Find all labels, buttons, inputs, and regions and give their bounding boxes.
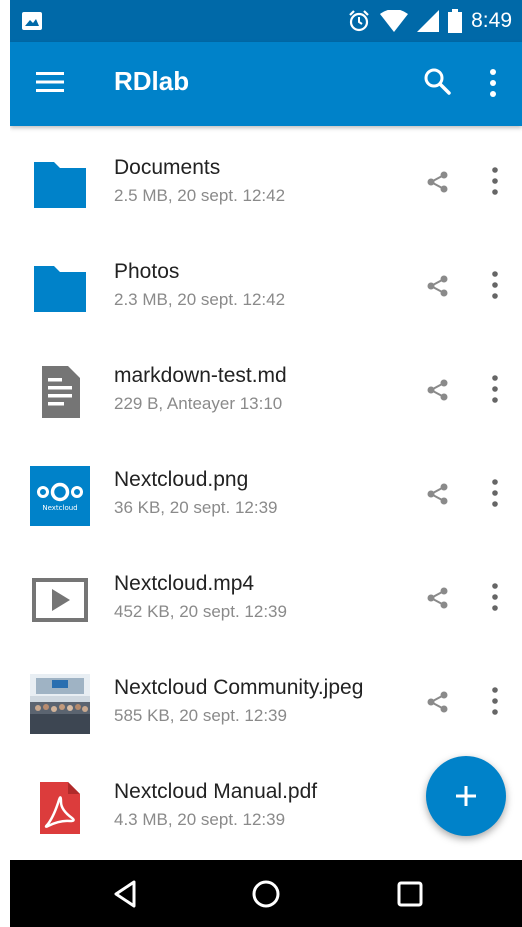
file-name: Nextcloud.png: [114, 468, 249, 491]
file-name: Documents: [114, 156, 221, 179]
file-meta: 36 KB, 20 sept. 12:39: [114, 498, 278, 517]
share-icon[interactable]: [426, 274, 450, 298]
file-name: Nextcloud Community.jpeg: [114, 676, 364, 699]
text-file-icon: [42, 366, 80, 418]
folder-icon: [34, 162, 86, 208]
system-nav-bar: [10, 860, 522, 927]
file-meta: 585 KB, 20 sept. 12:39: [114, 706, 287, 725]
more-options-icon[interactable]: [490, 478, 500, 508]
share-icon[interactable]: [426, 586, 450, 610]
alarm-icon: [349, 10, 369, 32]
more-options-icon[interactable]: [490, 166, 500, 196]
more-options-icon[interactable]: [490, 270, 500, 300]
file-meta: 4.3 MB, 20 sept. 12:39: [114, 810, 286, 829]
wifi-icon: [380, 10, 409, 32]
file-row-nextcloud-mp4[interactable]: Nextcloud.mp4 452 KB, 20 sept. 12:39: [10, 542, 522, 646]
file-meta: 229 B, Anteayer 13:10: [114, 394, 283, 413]
app-title: RDlab: [114, 66, 190, 96]
app-bar: RDlab: [10, 42, 522, 126]
signal-icon: [417, 10, 440, 32]
file-row-documents[interactable]: Documents 2.5 MB, 20 sept. 12:42: [10, 126, 522, 230]
status-time: 8:49: [471, 9, 512, 32]
search-icon[interactable]: [422, 66, 452, 96]
more-options-icon[interactable]: [490, 374, 500, 404]
status-icons: 8:49: [347, 8, 512, 34]
file-meta: 452 KB, 20 sept. 12:39: [114, 602, 287, 621]
share-icon[interactable]: [426, 378, 450, 402]
more-options-icon[interactable]: [490, 582, 500, 612]
recents-icon[interactable]: [394, 878, 426, 910]
pdf-file-icon: [40, 782, 80, 834]
screen: 8:49 RDlab Documents 2.5 MB, 20 sept. 12…: [10, 0, 522, 927]
add-fab-button[interactable]: [426, 756, 506, 836]
file-row-photos[interactable]: Photos 2.3 MB, 20 sept. 12:42: [10, 230, 522, 334]
back-icon[interactable]: [110, 878, 142, 910]
battery-icon: [448, 9, 463, 33]
share-icon[interactable]: [426, 690, 450, 714]
overflow-menu-icon[interactable]: [486, 68, 500, 98]
file-name: Nextcloud Manual.pdf: [114, 780, 318, 803]
file-name: Photos: [114, 260, 180, 283]
file-row-markdown-test[interactable]: markdown-test.md 229 B, Anteayer 13:10: [10, 334, 522, 438]
share-icon[interactable]: [426, 170, 450, 194]
file-meta: 2.5 MB, 20 sept. 12:42: [114, 186, 286, 205]
image-notification-icon: [22, 12, 42, 30]
photo-thumbnail: [30, 674, 90, 734]
image-thumbnail: Nextcloud: [30, 466, 90, 526]
file-name: Nextcloud.mp4: [114, 572, 255, 595]
file-row-nextcloud-community[interactable]: Nextcloud Community.jpeg 585 KB, 20 sept…: [10, 646, 522, 750]
file-meta: 2.3 MB, 20 sept. 12:42: [114, 290, 286, 309]
file-row-nextcloud-png[interactable]: Nextcloud Nextcloud.png 36 KB, 20 sept. …: [10, 438, 522, 542]
menu-icon[interactable]: [36, 70, 64, 94]
share-icon[interactable]: [426, 482, 450, 506]
file-name: markdown-test.md: [114, 364, 287, 387]
status-bar: 8:49: [10, 0, 522, 42]
video-file-icon: [32, 578, 88, 622]
folder-icon: [34, 266, 86, 312]
plus-icon: [456, 786, 476, 806]
more-options-icon[interactable]: [490, 686, 500, 716]
home-icon[interactable]: [250, 878, 282, 910]
thumbnail-logo-text: Nextcloud: [42, 504, 77, 512]
